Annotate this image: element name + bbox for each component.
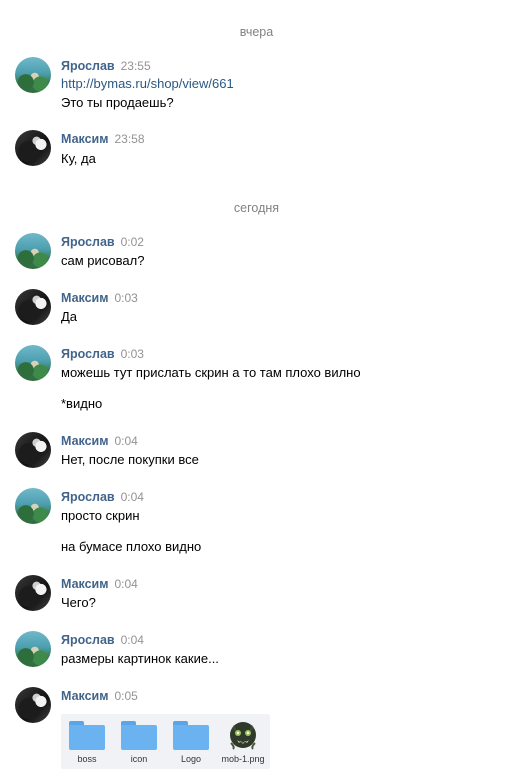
message-text: Нет, после покупки все: [61, 452, 199, 467]
author-name[interactable]: Максим: [61, 132, 109, 146]
author-name[interactable]: Ярослав: [61, 633, 115, 647]
date-divider-today: сегодня: [233, 201, 280, 215]
attachment-folder-icon[interactable]: icon: [113, 714, 165, 769]
avatar[interactable]: [15, 687, 51, 723]
folder-icon: [121, 721, 157, 750]
message-text: Да: [61, 309, 78, 324]
folder-icon: [69, 721, 105, 750]
message-text: можешь тут прислать скрин а то там плохо…: [61, 365, 361, 380]
author-name[interactable]: Максим: [61, 689, 109, 703]
attachments-panel: boss icon Logo mob-1.png: [61, 714, 270, 769]
folder-icon: [173, 721, 209, 750]
author-name[interactable]: Ярослав: [61, 235, 115, 249]
message-time[interactable]: 0:04: [115, 434, 138, 448]
date-divider-yesterday: вчера: [239, 25, 274, 39]
attachment-image-mob-1[interactable]: mob-1.png: [217, 714, 269, 769]
message-time[interactable]: 0:03: [121, 347, 144, 361]
author-name[interactable]: Ярослав: [61, 490, 115, 504]
message-text: просто скрин: [61, 508, 140, 523]
message-time[interactable]: 0:05: [115, 689, 138, 703]
message-time[interactable]: 23:58: [115, 132, 145, 146]
message-text: Ку, да: [61, 151, 96, 166]
message-text: сам рисовал?: [61, 253, 145, 268]
message-text: Чего?: [61, 595, 96, 610]
message-time[interactable]: 23:55: [121, 59, 151, 73]
message-time[interactable]: 0:04: [121, 633, 144, 647]
message-time[interactable]: 0:03: [115, 291, 138, 305]
avatar[interactable]: [15, 345, 51, 381]
attachment-name: mob-1.png: [221, 754, 265, 764]
image-thumbnail-icon: [230, 722, 256, 750]
avatar[interactable]: [15, 289, 51, 325]
avatar[interactable]: [15, 631, 51, 667]
avatar[interactable]: [15, 432, 51, 468]
message-time[interactable]: 0:04: [115, 577, 138, 591]
message-text: размеры картинок какие...: [61, 651, 219, 666]
attachment-folder-logo[interactable]: Logo: [165, 714, 217, 769]
attachment-name: icon: [130, 754, 148, 764]
author-name[interactable]: Максим: [61, 291, 109, 305]
message-text: *видно: [61, 396, 103, 411]
message-text: на бумасе плохо видно: [61, 539, 202, 554]
attachment-name: boss: [77, 754, 97, 764]
message-time[interactable]: 0:04: [121, 490, 144, 504]
attachment-folder-boss[interactable]: boss: [61, 714, 113, 769]
message-time[interactable]: 0:02: [121, 235, 144, 249]
attachment-name: Logo: [180, 754, 202, 764]
message-text: Это ты продаешь?: [61, 95, 174, 110]
message-link[interactable]: http://bymas.ru/shop/view/661: [61, 76, 234, 91]
avatar[interactable]: [15, 130, 51, 166]
avatar[interactable]: [15, 233, 51, 269]
author-name[interactable]: Ярослав: [61, 347, 115, 361]
author-name[interactable]: Максим: [61, 577, 109, 591]
avatar[interactable]: [15, 57, 51, 93]
author-name[interactable]: Ярослав: [61, 59, 115, 73]
avatar[interactable]: [15, 488, 51, 524]
avatar[interactable]: [15, 575, 51, 611]
author-name[interactable]: Максим: [61, 434, 109, 448]
